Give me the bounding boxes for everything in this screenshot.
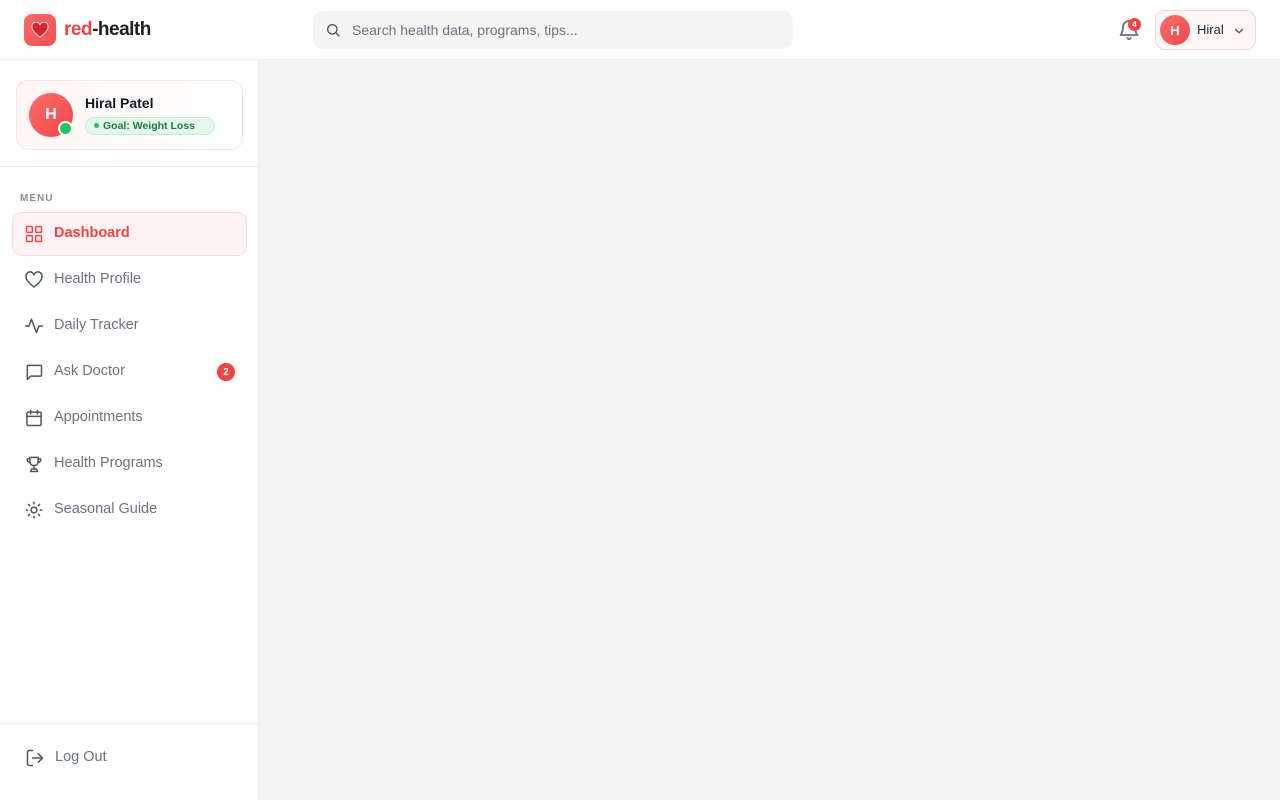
- sidebar-item-label: Seasonal Guide: [54, 501, 158, 517]
- sidebar-item-label: Ask Doctor: [54, 363, 125, 379]
- heart-outline-icon: [24, 270, 44, 290]
- logout-icon: [25, 748, 45, 768]
- main-content: [260, 60, 1280, 800]
- chat-icon: [24, 362, 44, 382]
- sidebar-item-appointments[interactable]: Appointments: [12, 396, 247, 440]
- notification-badge: 4: [1128, 18, 1141, 31]
- search-input[interactable]: [352, 11, 782, 49]
- profile-name: Hiral Patel: [85, 95, 154, 111]
- trophy-icon: [24, 454, 44, 474]
- heart-icon: [24, 14, 56, 46]
- chevron-down-icon: [1232, 24, 1246, 43]
- brand-name-part1: red: [64, 19, 93, 40]
- goal-text: Goal: Weight Loss: [103, 120, 195, 132]
- sidebar: H Hiral Patel Goal: Weight Loss MENU Das…: [0, 60, 259, 800]
- menu-section-label: MENU: [20, 193, 54, 204]
- sidebar-item-health-profile[interactable]: Health Profile: [12, 258, 247, 302]
- sidebar-item-ask-doctor[interactable]: Ask Doctor 2: [12, 350, 247, 394]
- sidebar-item-dashboard[interactable]: Dashboard: [12, 212, 247, 256]
- goal-badge: Goal: Weight Loss: [85, 117, 215, 135]
- profile-card[interactable]: H Hiral Patel Goal: Weight Loss: [16, 80, 243, 150]
- brand-name: red-health: [64, 19, 151, 41]
- brand-name-part2: -health: [92, 19, 151, 40]
- sidebar-item-health-programs[interactable]: Health Programs: [12, 442, 247, 486]
- divider: [0, 166, 259, 167]
- grid-icon: [24, 224, 44, 244]
- sidebar-item-label: Health Programs: [54, 455, 163, 471]
- user-menu-button[interactable]: H Hiral: [1155, 10, 1256, 50]
- goal-dot: [94, 123, 99, 128]
- avatar: H: [1160, 15, 1190, 45]
- sidebar-item-label: Daily Tracker: [54, 317, 139, 333]
- sidebar-item-seasonal-guide[interactable]: Seasonal Guide: [12, 488, 247, 532]
- activity-icon: [24, 316, 44, 336]
- sun-icon: [24, 500, 44, 520]
- search-icon: [325, 22, 341, 43]
- calendar-icon: [24, 408, 44, 428]
- divider: [0, 723, 259, 724]
- sidebar-item-label: Dashboard: [54, 225, 130, 241]
- search-bar: [313, 11, 793, 49]
- logout-label: Log Out: [55, 749, 107, 765]
- logout-button[interactable]: Log Out: [12, 736, 247, 780]
- sidebar-item-label: Health Profile: [54, 271, 142, 287]
- sidebar-item-daily-tracker[interactable]: Daily Tracker: [12, 304, 247, 348]
- sidebar-item-label: Appointments: [54, 409, 143, 425]
- user-name: Hiral: [1197, 22, 1224, 37]
- online-status-indicator: [58, 121, 73, 136]
- unread-badge: 2: [217, 363, 235, 381]
- brand-logo[interactable]: red-health: [24, 14, 151, 46]
- top-header: red-health 4 H Hiral: [0, 0, 1280, 60]
